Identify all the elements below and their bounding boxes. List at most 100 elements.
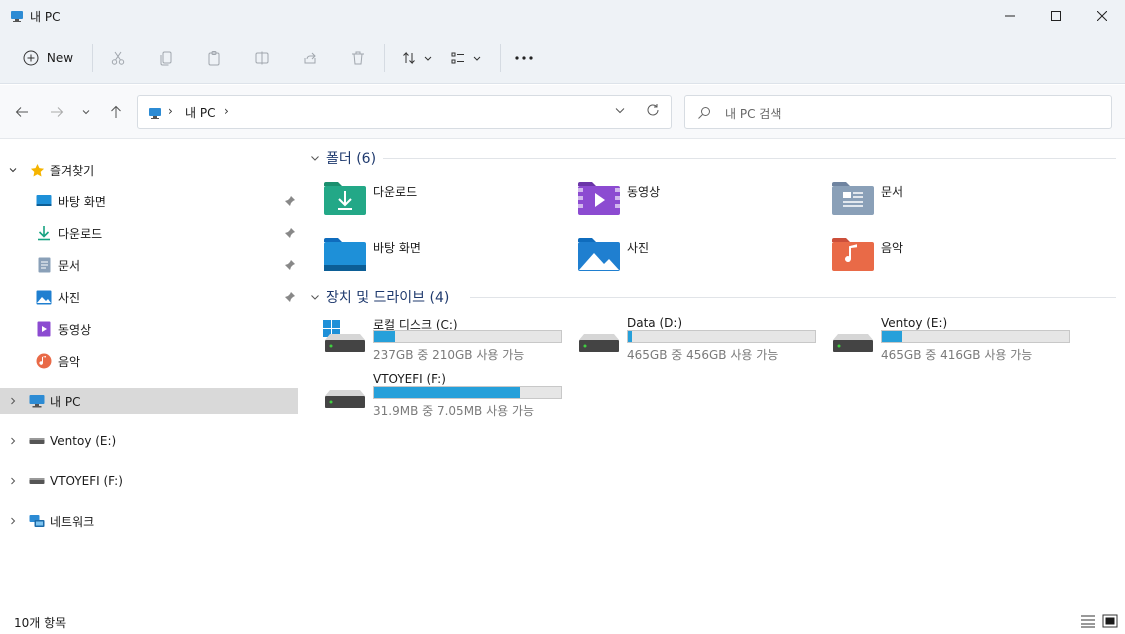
- recent-locations-button[interactable]: [77, 101, 95, 123]
- pin-icon[interactable]: [284, 259, 296, 271]
- download-icon: [36, 225, 52, 241]
- delete-button[interactable]: [346, 44, 370, 72]
- sidebar-item-label: 음악: [58, 354, 81, 369]
- pin-icon[interactable]: [284, 227, 296, 239]
- folder-desktop[interactable]: 바탕 화면: [323, 236, 563, 280]
- sidebar-item-label: VTOYEFI (F:): [50, 474, 123, 488]
- chevron-right-icon[interactable]: [8, 475, 18, 487]
- document-icon: [36, 257, 52, 273]
- share-icon: [304, 52, 316, 64]
- star-icon: [29, 162, 45, 178]
- sort-icon: [403, 51, 415, 65]
- copy-button[interactable]: [154, 44, 178, 72]
- drives-group-header[interactable]: 장치 및 드라이브 (4): [310, 287, 449, 307]
- paste-button[interactable]: [202, 44, 226, 72]
- address-bar[interactable]: › 내 PC ›: [137, 95, 672, 129]
- sort-button[interactable]: [398, 44, 436, 72]
- sidebar-item-this-pc[interactable]: 내 PC: [0, 388, 298, 414]
- plus-circle-icon: [23, 50, 39, 66]
- this-pc-icon: [11, 11, 23, 22]
- more-icon: [515, 56, 533, 60]
- folder-pictures[interactable]: 사진: [577, 236, 817, 280]
- sidebar-item-videos[interactable]: 동영상: [0, 316, 298, 342]
- folder-documents[interactable]: 문서: [831, 180, 1071, 224]
- drive-c[interactable]: 로컬 디스크 (C:) 237GB 중 210GB 사용 가능: [323, 316, 573, 372]
- window-title: 내 PC: [30, 10, 61, 24]
- item-count: 10개 항목: [14, 616, 67, 630]
- sidebar-item-desktop[interactable]: 바탕 화면: [0, 188, 298, 214]
- new-button[interactable]: New: [16, 44, 80, 72]
- forward-button[interactable]: [46, 101, 68, 123]
- search-placeholder: 내 PC 검색: [725, 107, 782, 121]
- chevron-right-icon[interactable]: ›: [224, 104, 229, 118]
- system-drive-icon: [323, 320, 365, 352]
- cut-icon: [111, 51, 125, 65]
- sidebar-item-downloads[interactable]: 다운로드: [0, 220, 298, 246]
- cut-button[interactable]: [106, 44, 130, 72]
- folders-group-header[interactable]: 폴더 (6): [310, 148, 376, 168]
- view-button[interactable]: [446, 44, 486, 72]
- folder-videos[interactable]: 동영상: [577, 180, 817, 224]
- divider: [384, 44, 385, 72]
- chevron-down-icon: [311, 156, 319, 161]
- details-view-icon[interactable]: [1080, 614, 1096, 628]
- minimize-button[interactable]: [987, 0, 1033, 32]
- navigation-pane: 즐겨찾기 바탕 화면 다운로드 문서 사진 동영상 음악 내 PC Ventoy…: [0, 140, 300, 605]
- divider: [92, 44, 93, 72]
- sidebar-item-vtoyefi[interactable]: VTOYEFI (F:): [0, 468, 298, 494]
- sidebar-item-documents[interactable]: 문서: [0, 252, 298, 278]
- maximize-button[interactable]: [1033, 0, 1079, 32]
- drive-name: Ventoy (E:): [881, 316, 948, 330]
- folder-name: 음악: [881, 241, 904, 255]
- sidebar-item-pictures[interactable]: 사진: [0, 284, 298, 310]
- chevron-right-icon[interactable]: [8, 435, 18, 447]
- sidebar-item-ventoy[interactable]: Ventoy (E:): [0, 428, 298, 454]
- chevron-right-icon[interactable]: [8, 515, 18, 527]
- search-box[interactable]: 내 PC 검색: [684, 95, 1112, 129]
- drive-usage-bar: [627, 330, 816, 343]
- drive-usage-bar: [373, 386, 562, 399]
- back-button[interactable]: [11, 101, 33, 123]
- music-icon: [36, 353, 52, 369]
- sidebar-item-network[interactable]: 네트워크: [0, 508, 298, 534]
- share-button[interactable]: [298, 44, 322, 72]
- pictures-icon: [36, 289, 52, 305]
- rename-button[interactable]: [250, 44, 274, 72]
- more-button[interactable]: [512, 44, 536, 72]
- sidebar-item-label: 즐겨찾기: [50, 163, 95, 178]
- refresh-button[interactable]: [646, 103, 660, 120]
- folder-downloads[interactable]: 다운로드: [323, 180, 563, 224]
- address-dropdown-button[interactable]: [614, 104, 626, 119]
- address-row: › 내 PC › 내 PC 검색: [0, 85, 1125, 139]
- up-button[interactable]: [105, 101, 127, 123]
- sidebar-item-music[interactable]: 음악: [0, 348, 298, 374]
- new-label: New: [46, 51, 74, 65]
- drive-usage-bar: [373, 330, 562, 343]
- close-icon: [1097, 11, 1107, 21]
- downloads-folder-icon: [324, 182, 366, 215]
- drive-d[interactable]: Data (D:) 465GB 중 456GB 사용 가능: [577, 316, 827, 372]
- chevron-down-icon: [424, 56, 432, 61]
- desktop-icon: [36, 193, 52, 209]
- drive-e[interactable]: Ventoy (E:) 465GB 중 416GB 사용 가능: [831, 316, 1081, 372]
- drive-icon: [29, 433, 45, 449]
- pin-icon[interactable]: [284, 195, 296, 207]
- breadcrumb-this-pc[interactable]: 내 PC: [185, 104, 215, 121]
- chevron-right-icon[interactable]: [8, 395, 18, 407]
- folder-music[interactable]: 음악: [831, 236, 1071, 280]
- folder-name: 다운로드: [373, 185, 418, 199]
- pin-icon[interactable]: [284, 291, 296, 303]
- sidebar-item-quick-access[interactable]: 즐겨찾기: [0, 157, 298, 183]
- folder-name: 문서: [881, 185, 904, 199]
- content-pane: 폴더 (6) 다운로드 동영상 문서 바탕 화면 사진 음악 장치 및 드라이브…: [300, 140, 1125, 605]
- tiles-view-icon[interactable]: [1102, 614, 1118, 628]
- sidebar-item-label: 동영상: [58, 322, 92, 337]
- chevron-down-icon[interactable]: [8, 164, 18, 176]
- group-title: 장치 및 드라이브 (4): [326, 290, 450, 306]
- drive-f[interactable]: VTOYEFI (F:) 31.9MB 중 7.05MB 사용 가능: [323, 372, 573, 428]
- maximize-icon: [1051, 11, 1061, 21]
- drive-icon: [29, 473, 45, 489]
- copy-icon: [160, 51, 172, 66]
- close-button[interactable]: [1079, 0, 1125, 32]
- folder-name: 사진: [627, 241, 650, 255]
